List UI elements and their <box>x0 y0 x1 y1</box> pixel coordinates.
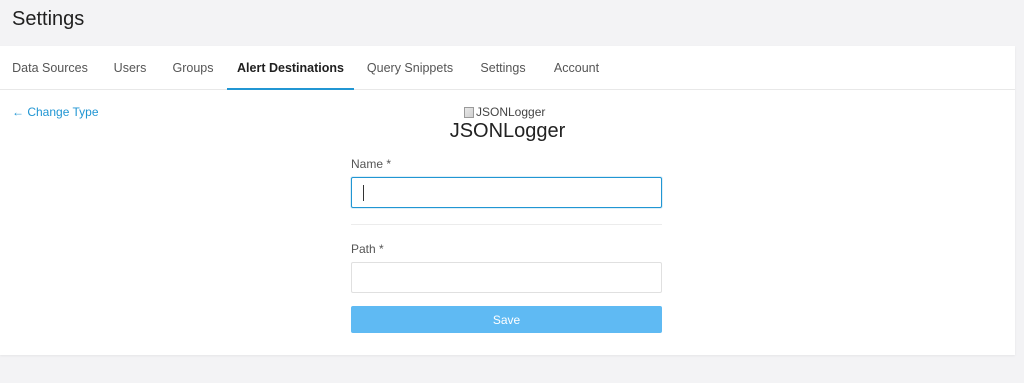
settings-tabs: Data Sources Users Groups Alert Destinat… <box>0 46 1015 90</box>
page-title: Settings <box>12 8 85 30</box>
save-button[interactable]: Save <box>351 306 662 333</box>
destination-logo: JSONLogger <box>464 105 545 119</box>
change-type-link[interactable]: ← Change Type <box>12 105 99 119</box>
tab-groups[interactable]: Groups <box>172 46 214 89</box>
tab-settings[interactable]: Settings <box>479 46 527 89</box>
text-caret <box>363 185 364 201</box>
destination-logo-alt: JSONLogger <box>476 105 546 119</box>
tab-alert-destinations[interactable]: Alert Destinations <box>227 46 354 90</box>
name-label: Name * <box>351 157 392 171</box>
form-divider <box>351 224 662 225</box>
destination-title: JSONLogger <box>449 120 566 142</box>
settings-card: Data Sources Users Groups Alert Destinat… <box>0 46 1015 355</box>
path-label: Path * <box>351 242 384 256</box>
tab-users[interactable]: Users <box>113 46 147 89</box>
path-input[interactable] <box>351 262 662 293</box>
page-header: Settings <box>0 0 1024 46</box>
broken-image-icon <box>464 106 474 118</box>
tab-account[interactable]: Account <box>552 46 601 89</box>
tab-query-snippets[interactable]: Query Snippets <box>366 46 454 89</box>
tab-data-sources[interactable]: Data Sources <box>12 46 88 89</box>
name-input[interactable] <box>351 177 662 208</box>
